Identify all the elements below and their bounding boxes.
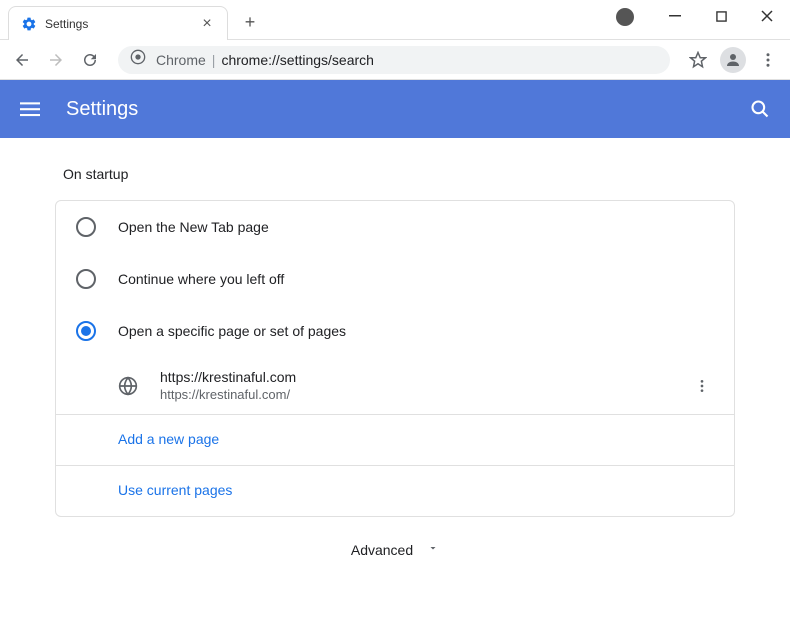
- new-tab-button[interactable]: +: [236, 8, 264, 36]
- radio-icon: [76, 321, 96, 341]
- use-current-row: Use current pages: [56, 465, 734, 516]
- close-icon[interactable]: ×: [199, 16, 215, 32]
- settings-content: On startup Open the New Tab page Continu…: [55, 138, 735, 623]
- settings-header: Settings: [0, 80, 790, 138]
- radio-label: Open the New Tab page: [118, 219, 269, 235]
- back-button[interactable]: [8, 46, 36, 74]
- add-page-row: Add a new page: [56, 414, 734, 465]
- content-scroll-area[interactable]: On startup Open the New Tab page Continu…: [0, 138, 790, 635]
- address-bar[interactable]: Chrome|chrome://settings/search: [118, 46, 670, 74]
- radio-label: Continue where you left off: [118, 271, 284, 287]
- menu-icon[interactable]: [754, 46, 782, 74]
- radio-option-specific[interactable]: Open a specific page or set of pages: [56, 305, 734, 357]
- page-entry-url: https://krestinaful.com/: [160, 387, 690, 402]
- advanced-label: Advanced: [351, 542, 413, 558]
- chevron-down-icon: [427, 541, 439, 559]
- page-entry-title: https://krestinaful.com: [160, 369, 690, 385]
- radio-icon: [76, 269, 96, 289]
- chrome-icon: [130, 49, 146, 70]
- bookmark-icon[interactable]: [684, 46, 712, 74]
- window-titlebar: Settings × +: [0, 0, 790, 40]
- use-current-link[interactable]: Use current pages: [118, 482, 232, 498]
- page-title: Settings: [66, 98, 748, 121]
- gear-icon: [21, 16, 37, 32]
- radio-option-continue[interactable]: Continue where you left off: [56, 253, 734, 305]
- radio-icon: [76, 217, 96, 237]
- profile-avatar[interactable]: [720, 47, 746, 73]
- radio-label: Open a specific page or set of pages: [118, 323, 346, 339]
- window-controls: [616, 0, 790, 40]
- reload-button[interactable]: [76, 46, 104, 74]
- globe-icon: [118, 376, 138, 396]
- hamburger-icon[interactable]: [18, 97, 42, 121]
- more-icon[interactable]: [690, 374, 714, 398]
- tab-title: Settings: [45, 17, 199, 31]
- startup-page-entry: https://krestinaful.com https://krestina…: [56, 357, 734, 414]
- search-icon[interactable]: [748, 97, 772, 121]
- add-page-link[interactable]: Add a new page: [118, 431, 219, 447]
- maximize-button[interactable]: [698, 0, 744, 32]
- advanced-toggle[interactable]: Advanced: [55, 517, 735, 583]
- browser-tab[interactable]: Settings ×: [8, 6, 228, 40]
- close-button[interactable]: [744, 0, 790, 32]
- minimize-button[interactable]: [652, 0, 698, 32]
- section-title: On startup: [55, 166, 735, 182]
- page-info: https://krestinaful.com https://krestina…: [160, 369, 690, 402]
- url-text: Chrome|chrome://settings/search: [156, 52, 374, 68]
- incognito-icon[interactable]: [616, 8, 634, 26]
- radio-option-newtab[interactable]: Open the New Tab page: [56, 201, 734, 253]
- forward-button[interactable]: [42, 46, 70, 74]
- browser-toolbar: Chrome|chrome://settings/search: [0, 40, 790, 80]
- startup-card: Open the New Tab page Continue where you…: [55, 200, 735, 517]
